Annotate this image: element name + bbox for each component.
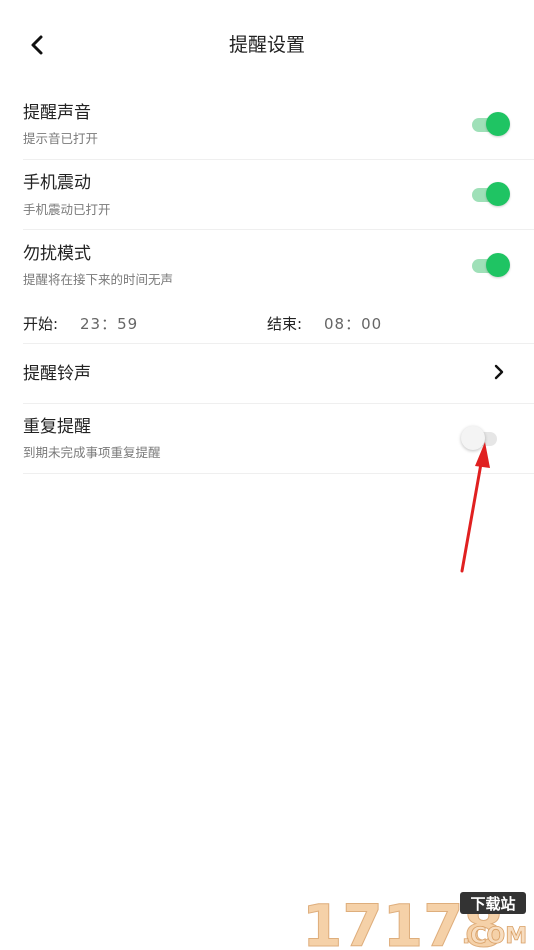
svg-text:下载站: 下载站 xyxy=(470,895,515,913)
watermark-logo: 17178 下载站 .COM xyxy=(302,892,528,950)
annotation-arrow-icon xyxy=(460,442,490,573)
svg-text:.COM: .COM xyxy=(462,924,527,949)
